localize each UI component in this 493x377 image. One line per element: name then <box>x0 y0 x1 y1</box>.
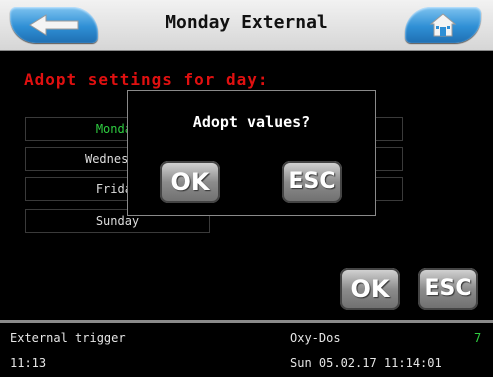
screen: Monday External Adopt settings for day: … <box>0 0 493 377</box>
adopt-heading: Adopt settings for day: <box>24 70 269 89</box>
mode-label: External trigger <box>10 331 126 345</box>
home-icon <box>429 13 457 37</box>
back-arrow-icon <box>29 14 79 36</box>
header-bar: Monday External <box>0 0 493 51</box>
dialog-message: Adopt values? <box>192 113 311 131</box>
product-label: Oxy-Dos <box>290 331 341 345</box>
page-title: Monday External <box>165 12 328 33</box>
dialog-ok-button[interactable]: OK <box>160 161 220 203</box>
status-number: 7 <box>474 331 482 345</box>
home-button[interactable] <box>405 7 481 43</box>
esc-button[interactable]: ESC <box>418 268 478 310</box>
time-label: 11:13 <box>10 356 47 370</box>
back-button[interactable] <box>10 7 98 43</box>
ok-button[interactable]: OK <box>340 268 400 310</box>
dialog-esc-button[interactable]: ESC <box>282 161 342 203</box>
confirm-dialog: Adopt values? OK ESC <box>127 90 376 216</box>
datetime-label: Sun 05.02.17 11:14:01 <box>290 356 442 370</box>
status-bar: External trigger 11:13 Oxy-Dos 7 Sun 05.… <box>0 320 493 377</box>
